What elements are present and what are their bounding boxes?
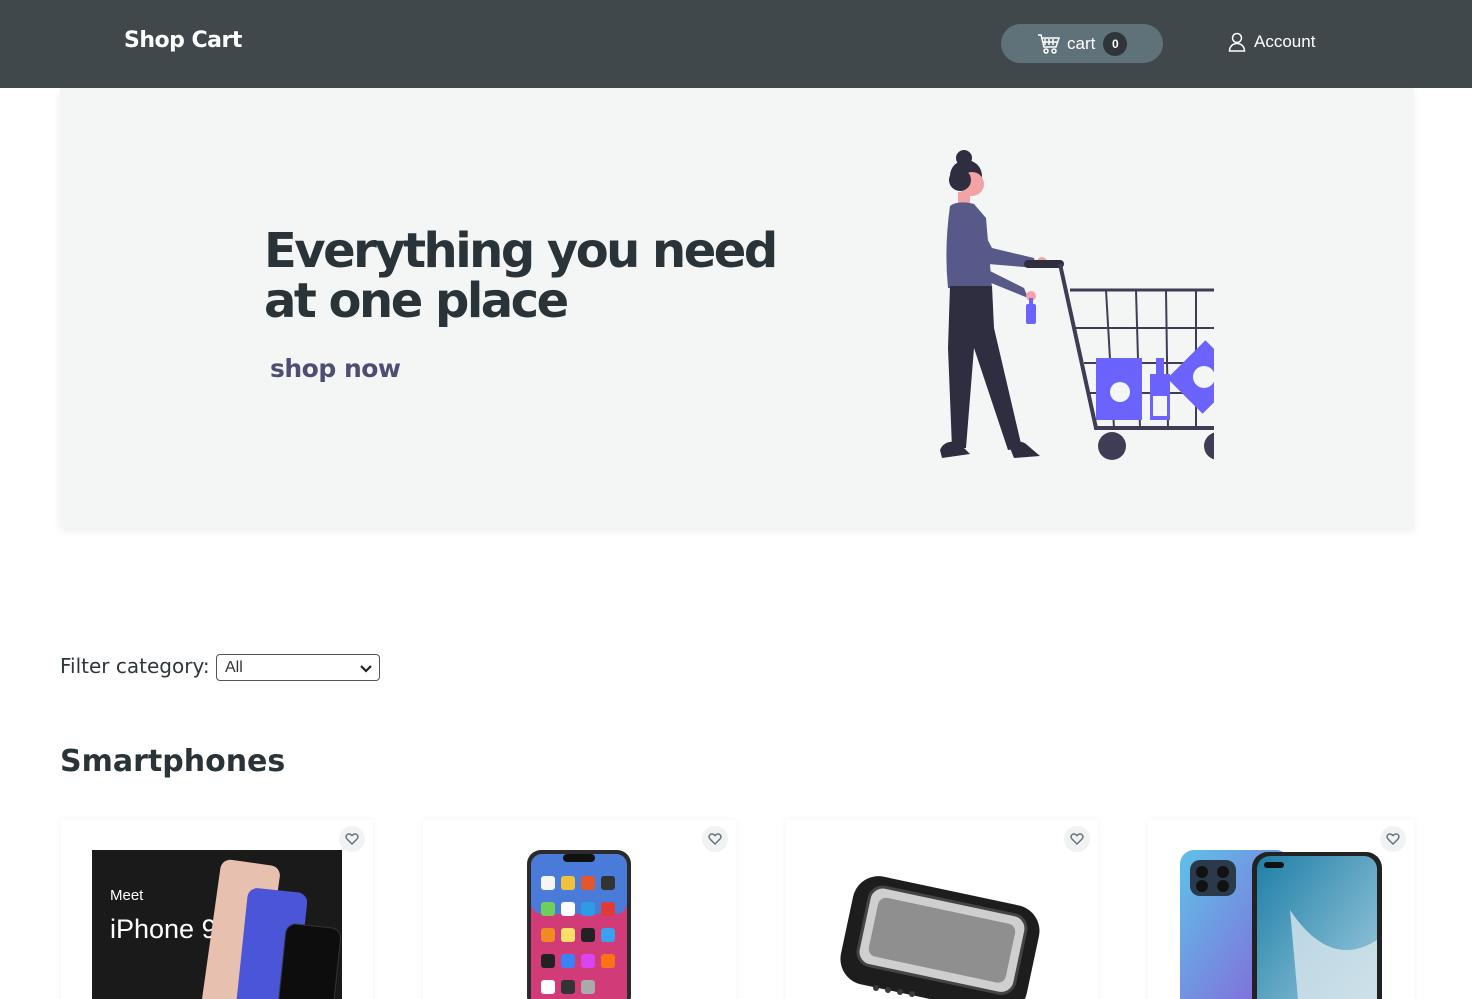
filter-category-select[interactable]: All (216, 654, 380, 681)
product-card[interactable]: Meet iPhone 9 (61, 820, 373, 999)
heart-icon (345, 833, 359, 845)
wishlist-button[interactable] (1064, 826, 1090, 852)
wishlist-button[interactable] (339, 826, 365, 852)
product-card[interactable] (423, 820, 736, 999)
filter-selected-value: All (225, 658, 243, 676)
cart-button[interactable]: cart 0 (1001, 24, 1163, 63)
heart-icon (1386, 833, 1400, 845)
product-card[interactable] (786, 820, 1098, 999)
product-image-text-meet: Meet (110, 887, 144, 904)
user-icon (1228, 32, 1246, 52)
navbar: Shop Cart cart 0 Account (0, 0, 1472, 88)
oppo-phone-product-image (1180, 850, 1382, 999)
account-link[interactable]: Account (1228, 32, 1315, 52)
shop-now-link[interactable]: shop now (270, 354, 401, 383)
heart-icon (708, 833, 722, 845)
product-image-text-iphone9: iPhone 9 (110, 914, 217, 944)
cart-icon (1038, 33, 1061, 54)
product-card[interactable] (1148, 820, 1414, 999)
hero-banner: Everything you need at one place shop no… (60, 88, 1414, 528)
cart-count-badge: 0 (1103, 31, 1128, 56)
slider-keyboard-phone-image (840, 876, 1040, 999)
cart-label: cart (1067, 33, 1096, 53)
wishlist-button[interactable] (702, 826, 728, 852)
shopping-woman-illustration (940, 150, 1214, 460)
iphone-x-product-image (527, 850, 631, 999)
account-label: Account (1254, 32, 1316, 51)
chevron-down-icon (360, 665, 372, 673)
heart-icon (1070, 833, 1084, 845)
section-title-smartphones: Smartphones (60, 744, 286, 779)
iphone-9-product-image: Meet iPhone 9 (92, 850, 342, 999)
wishlist-button[interactable] (1380, 826, 1406, 852)
filter-category-label: Filter category: (60, 654, 210, 678)
brand-logo[interactable]: Shop Cart (124, 28, 242, 53)
hero-title: Everything you need at one place (264, 223, 778, 329)
